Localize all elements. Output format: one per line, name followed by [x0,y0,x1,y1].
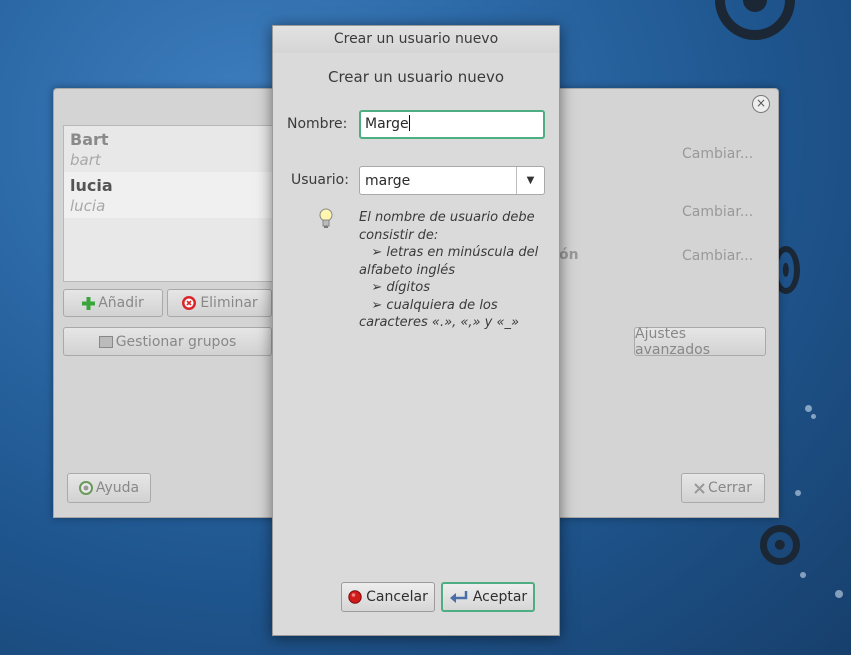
window-close-button[interactable]: × [752,95,770,113]
close-button[interactable]: Cerrar [681,473,765,503]
list-item[interactable]: lucia lucia [64,172,276,218]
wallpaper-target-shape [760,525,800,565]
remove-user-label: Eliminar [200,295,258,311]
user-login: lucia [70,197,106,215]
hint-line: alfabeto inglés [359,262,456,278]
remove-icon [181,295,197,311]
username-label: Usuario: [291,172,349,188]
hint-line: ➢ letras en minúscula del [359,245,539,260]
manage-groups-label: Gestionar grupos [115,333,237,350]
hint-line: El nombre de usuario debe [359,210,535,225]
wallpaper-bubble [800,572,806,578]
help-button[interactable]: Ayuda [67,473,151,503]
name-input-value: Marge [365,116,409,132]
name-label: Nombre: [287,116,348,132]
dialog-title: Crear un usuario nuevo [273,26,559,53]
help-icon [78,481,93,495]
hint-line: ➢ dígitos [359,280,430,295]
chevron-down-icon[interactable]: ▼ [516,167,544,194]
wallpaper-bubble [805,405,812,412]
hint-line: consistir de: [359,227,439,243]
wallpaper-bubble [835,590,843,598]
dialog-heading: Crear un usuario nuevo [327,68,505,86]
username-combobox[interactable]: marge ▼ [359,166,545,195]
plus-icon [82,296,96,310]
wallpaper-bubble [795,490,801,496]
partially-hidden-label: ón [559,247,579,263]
advanced-settings-label: Ajustes avanzados [635,325,710,358]
advanced-settings-button[interactable]: Ajustes avanzados [634,325,766,358]
groups-icon [98,335,113,348]
lightbulb-icon [319,208,333,234]
create-user-dialog: Crear un usuario nuevo Crear un usuario … [272,25,560,636]
cancel-label: Cancelar [366,589,428,605]
user-name: lucia [70,176,113,195]
text-cursor [408,115,410,131]
stop-icon [348,590,362,604]
hint-line: ➢ cualquiera de los [359,297,498,313]
username-value: marge [365,172,411,189]
hint-line: caracteres «.», «,» y «_» [359,315,520,330]
user-list[interactable]: Bart bart lucia lucia [63,125,277,282]
close-icon [694,482,705,494]
change-type-link[interactable]: Cambiar... [682,204,753,220]
help-label: Ayuda [95,480,140,496]
change-name-link[interactable]: Cambiar... [682,146,753,162]
enter-icon [449,589,469,605]
manage-groups-button[interactable]: Gestionar grupos [63,327,272,356]
user-login: bart [70,151,101,169]
add-user-button[interactable]: Añadir [63,289,163,317]
list-item[interactable]: Bart bart [64,126,276,172]
wallpaper-bubble [811,414,816,419]
close-label: Cerrar [708,480,752,496]
cancel-button[interactable]: Cancelar [341,582,435,612]
user-name: Bart [70,130,109,149]
add-user-label: Añadir [98,295,144,311]
remove-user-button[interactable]: Eliminar [167,289,272,317]
accept-button[interactable]: Aceptar [441,582,535,612]
accept-label: Aceptar [472,589,528,605]
username-hint: El nombre de usuario debe consistir de: … [359,209,549,332]
name-input[interactable]: Marge [359,110,545,139]
wallpaper-target-shape [715,0,795,40]
change-password-link[interactable]: Cambiar... [682,248,753,264]
